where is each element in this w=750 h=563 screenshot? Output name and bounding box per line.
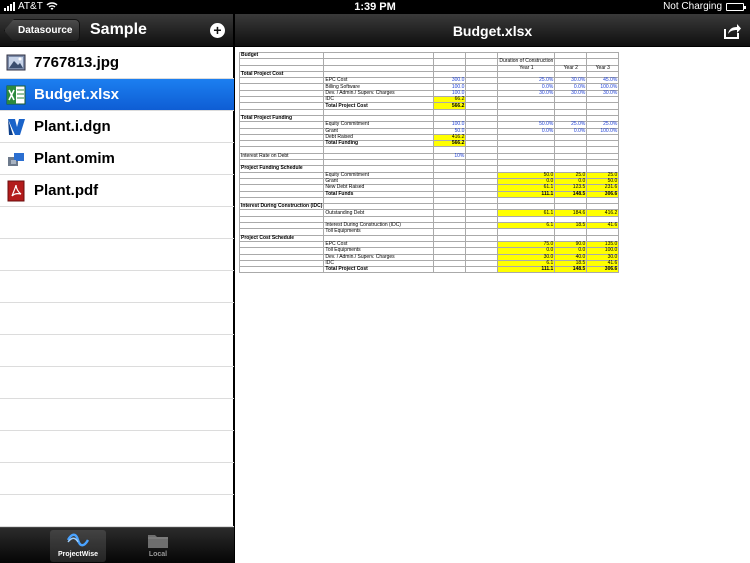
sheet-row: Total Project Cost 111.1 148.5 306.6 xyxy=(238,266,620,274)
spreadsheet[interactable]: Budget Duration of Construction Year 1 Year… xyxy=(238,51,620,274)
folder-icon xyxy=(130,530,186,550)
file-row-omim[interactable]: Plant.omim xyxy=(0,143,234,175)
tab-local[interactable]: Local xyxy=(130,530,186,562)
datasource-back-button[interactable]: Datasource xyxy=(4,19,81,42)
tab-label: ProjectWise xyxy=(57,551,98,558)
battery-icon xyxy=(726,2,746,11)
file-browser-panel: Datasource Sample + 7767813.jpg Budget.x… xyxy=(0,14,234,563)
clock: 1:39 PM xyxy=(354,1,396,13)
file-list: 7767813.jpg Budget.xlsx Plant.i.dgn Plan… xyxy=(0,47,234,527)
empty-row xyxy=(0,431,234,463)
left-navigation-bar: Datasource Sample + xyxy=(0,14,233,47)
spreadsheet-grid: Budget Duration of Construction Year 1 Year… xyxy=(238,51,620,274)
sheet-cell[interactable] xyxy=(433,266,467,274)
folder-title: Sample xyxy=(90,21,147,38)
file-name: 7767813.jpg xyxy=(34,54,120,71)
right-navigation-bar: Budget.xlsx xyxy=(235,14,750,47)
empty-row xyxy=(0,399,234,431)
file-row-jpg[interactable]: 7767813.jpg xyxy=(0,47,234,79)
sheet-cell[interactable] xyxy=(238,266,325,274)
sheet-cell[interactable]: 148.5 xyxy=(554,266,588,274)
empty-row xyxy=(0,271,234,303)
empty-row xyxy=(0,335,234,367)
empty-row xyxy=(0,239,234,271)
dgn-file-icon xyxy=(4,115,28,139)
file-row-pdf[interactable]: Plant.pdf xyxy=(0,175,234,207)
tab-bar: ProjectWise Local xyxy=(0,527,234,563)
add-icon[interactable]: + xyxy=(210,23,225,38)
projectwise-icon xyxy=(50,530,106,550)
empty-row xyxy=(0,207,234,239)
empty-row xyxy=(0,303,234,335)
sheet-cell[interactable]: Total Project Cost xyxy=(323,266,435,274)
empty-row xyxy=(0,495,234,527)
document-title: Budget.xlsx xyxy=(452,23,533,39)
sheet-cell[interactable]: Interest During Construction (IDC) xyxy=(238,203,325,211)
battery-status-text: Not Charging xyxy=(663,1,722,12)
pdf-file-icon xyxy=(4,179,28,203)
share-icon[interactable] xyxy=(722,21,742,41)
sheet-cell[interactable]: 111.1 xyxy=(497,266,556,274)
file-row-dgn[interactable]: Plant.i.dgn xyxy=(0,111,234,143)
empty-row xyxy=(0,367,234,399)
tab-projectwise[interactable]: ProjectWise xyxy=(50,530,106,562)
file-name: Plant.pdf xyxy=(34,182,99,199)
omim-file-icon xyxy=(4,147,28,171)
sheet-cell[interactable] xyxy=(465,266,499,274)
file-name: Plant.i.dgn xyxy=(34,118,111,135)
excel-file-icon xyxy=(4,83,28,107)
file-name: Budget.xlsx xyxy=(34,86,120,103)
tab-label: Local xyxy=(148,551,168,558)
file-row-xlsx[interactable]: Budget.xlsx xyxy=(0,79,234,111)
image-file-icon xyxy=(4,51,28,75)
status-bar: AT&T 1:39 PM Not Charging xyxy=(0,0,750,14)
file-name: Plant.omim xyxy=(34,150,115,167)
empty-row xyxy=(0,463,234,495)
document-viewer-panel: Budget.xlsx Budget Duration of Constructi… xyxy=(235,14,750,563)
sheet-cell[interactable]: 306.6 xyxy=(586,266,620,274)
